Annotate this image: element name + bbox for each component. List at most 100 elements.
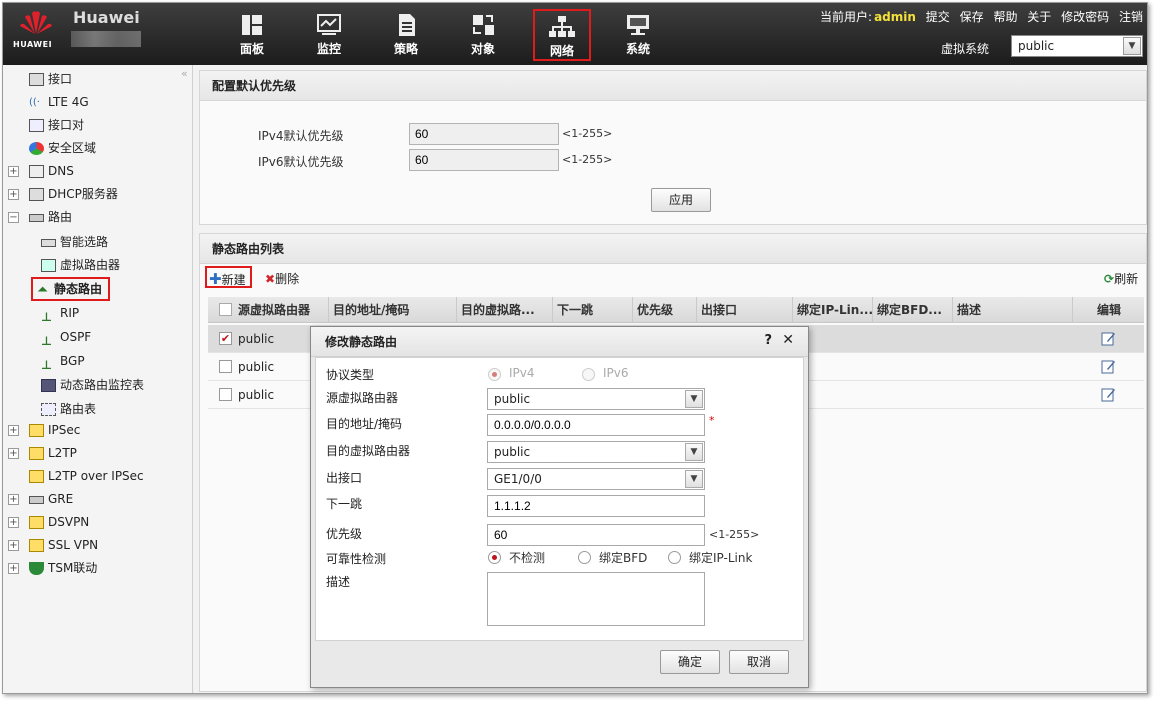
dsvpn-icon — [29, 516, 44, 529]
column-header[interactable]: 优先级 — [633, 297, 697, 323]
sidebar-item-dynamic-route-monitor[interactable]: 动态路由监控表 — [41, 375, 144, 395]
sidebar-item-dsvpn[interactable]: DSVPN — [29, 512, 89, 532]
sidebar-item-l2tp[interactable]: L2TP — [29, 443, 77, 463]
l2tp-ipsec-icon — [29, 470, 44, 483]
sidebar-item-routing-table[interactable]: 路由表 — [41, 399, 96, 419]
sidebar-item-interface-pair[interactable]: 接口对 — [29, 115, 84, 135]
sidebar-item-ospf[interactable]: ⊥ OSPF — [41, 327, 91, 348]
sidebar-item-ssl-vpn[interactable]: SSL VPN — [29, 535, 98, 555]
save-link[interactable]: 保存 — [960, 10, 984, 24]
expand-ipsec-icon[interactable]: + — [8, 425, 19, 436]
ipsec-icon — [29, 424, 44, 437]
row-checkbox[interactable] — [219, 388, 232, 401]
column-header[interactable]: 绑定BFD... — [873, 297, 953, 323]
chevron-down-icon[interactable]: ▼ — [685, 470, 703, 488]
sidebar-item-interface[interactable]: 接口 — [29, 69, 72, 89]
nav-object[interactable]: 对象 — [454, 9, 512, 61]
src-vrouter-select[interactable]: public ▼ — [487, 388, 705, 410]
sidebar-item-gre[interactable]: GRE — [29, 489, 73, 509]
chevron-down-icon[interactable]: ▼ — [685, 443, 703, 461]
expand-tsm-icon[interactable]: + — [8, 563, 19, 574]
nav-network[interactable]: 网络 — [533, 9, 591, 61]
ipv6-priority-input[interactable] — [409, 149, 559, 171]
expand-gre-icon[interactable]: + — [8, 494, 19, 505]
expand-l2tp-icon[interactable]: + — [8, 448, 19, 459]
column-header[interactable]: 描述 — [953, 297, 1073, 323]
close-icon[interactable]: ✕ — [782, 332, 794, 348]
sidebar-item-security-zone[interactable]: 安全区域 — [29, 138, 96, 158]
reliability-bfd-radio[interactable] — [578, 551, 591, 564]
description-textarea[interactable] — [487, 572, 705, 626]
row-checkbox[interactable]: ✔ — [219, 332, 232, 345]
row-vrouter: public — [238, 332, 275, 346]
dest-vrouter-value: public — [494, 445, 531, 459]
sidebar-item-static-route[interactable]: ⏶ 静态路由 — [31, 277, 111, 301]
object-icon — [473, 15, 494, 35]
sidebar-item-smart-routing[interactable]: 智能选路 — [41, 232, 108, 252]
edit-icon[interactable] — [1101, 359, 1116, 374]
sidebar-item-lte[interactable]: ((· LTE 4G — [29, 92, 89, 112]
nav-monitor[interactable]: 监控 — [300, 9, 358, 61]
cancel-button[interactable]: 取消 — [729, 650, 789, 674]
nexthop-input[interactable] — [487, 495, 705, 517]
dest-input[interactable] — [487, 414, 705, 436]
expand-dsvpn-icon[interactable]: + — [8, 517, 19, 528]
column-header[interactable]: 源虚拟路由器 — [234, 297, 329, 323]
vsys-select[interactable]: public ▼ — [1011, 35, 1143, 57]
about-link[interactable]: 关于 — [1027, 10, 1051, 24]
smart-routing-icon — [41, 238, 56, 247]
commit-link[interactable]: 提交 — [926, 10, 950, 24]
ipv4-priority-input[interactable] — [409, 123, 559, 145]
huawei-logo-icon — [20, 11, 52, 34]
delete-route-button[interactable]: ✖删除 — [265, 268, 299, 290]
nav-system[interactable]: 系统 — [609, 9, 667, 61]
chevron-down-icon[interactable]: ▼ — [685, 390, 703, 408]
column-header[interactable]: 下一跳 — [553, 297, 633, 323]
sidebar-item-tsm[interactable]: TSM联动 — [29, 558, 97, 578]
ok-button[interactable]: 确定 — [660, 650, 720, 674]
nav-label: 监控 — [316, 42, 341, 56]
help-link[interactable]: 帮助 — [993, 10, 1017, 24]
column-header[interactable]: 目的虚拟路... — [457, 297, 553, 323]
sidebar-item-rip[interactable]: ⊥ RIP — [41, 303, 79, 324]
collapse-sidebar-button[interactable]: « — [181, 67, 188, 80]
sidebar-item-l2tp-over-ipsec[interactable]: L2TP over IPSec — [29, 466, 144, 486]
row-checkbox[interactable] — [219, 360, 232, 373]
refresh-button[interactable]: ⟳刷新 — [1104, 268, 1138, 290]
collapse-route-icon[interactable]: − — [8, 212, 19, 223]
sidebar-item-bgp[interactable]: ⊥ BGP — [41, 351, 85, 372]
column-header[interactable]: 目的地址/掩码 — [329, 297, 457, 323]
sidebar-item-virtual-router[interactable]: 虚拟路由器 — [41, 255, 120, 275]
change-password-link[interactable]: 修改密码 — [1061, 10, 1109, 24]
monitor-icon — [317, 14, 341, 35]
chevron-down-icon[interactable]: ▼ — [1123, 37, 1141, 55]
reliability-iplink-radio[interactable] — [668, 551, 681, 564]
edit-icon[interactable] — [1101, 387, 1116, 402]
priority-input[interactable] — [487, 524, 705, 546]
app-window: HUAWEI Huawei 面板 监控 策略 对象 网络 系统 当前用户: ad… — [2, 2, 1148, 694]
select-all-checkbox[interactable] — [219, 303, 232, 316]
nav-dashboard[interactable]: 面板 — [223, 9, 281, 61]
expand-ssl-vpn-icon[interactable]: + — [8, 540, 19, 551]
row-vrouter: public — [238, 388, 275, 402]
logout-link[interactable]: 注销 — [1119, 10, 1143, 24]
column-header[interactable]: 出接口 — [697, 297, 793, 323]
expand-dns-icon[interactable]: + — [8, 166, 19, 177]
nav-policy[interactable]: 策略 — [377, 9, 435, 61]
apply-button[interactable]: 应用 — [651, 188, 711, 212]
dest-vrouter-select[interactable]: public ▼ — [487, 441, 705, 463]
sidebar-item-dns[interactable]: DNS — [29, 161, 74, 181]
dhcp-icon — [29, 188, 44, 201]
column-header[interactable]: 编辑 — [1093, 297, 1144, 323]
sidebar-item-dhcp[interactable]: DHCP服务器 — [29, 184, 118, 204]
sidebar-item-ipsec[interactable]: IPSec — [29, 420, 80, 440]
help-icon[interactable]: ? — [764, 333, 772, 348]
new-route-button[interactable]: ✚新建 — [205, 266, 252, 288]
edit-icon[interactable] — [1101, 331, 1116, 346]
reliability-none-radio[interactable] — [488, 551, 501, 564]
refresh-icon: ⟳ — [1104, 272, 1115, 286]
expand-dhcp-icon[interactable]: + — [8, 189, 19, 200]
sidebar-item-route[interactable]: 路由 — [29, 207, 72, 227]
out-interface-select[interactable]: GE1/0/0 ▼ — [487, 468, 705, 490]
column-header[interactable]: 绑定IP-Lin... — [793, 297, 873, 323]
